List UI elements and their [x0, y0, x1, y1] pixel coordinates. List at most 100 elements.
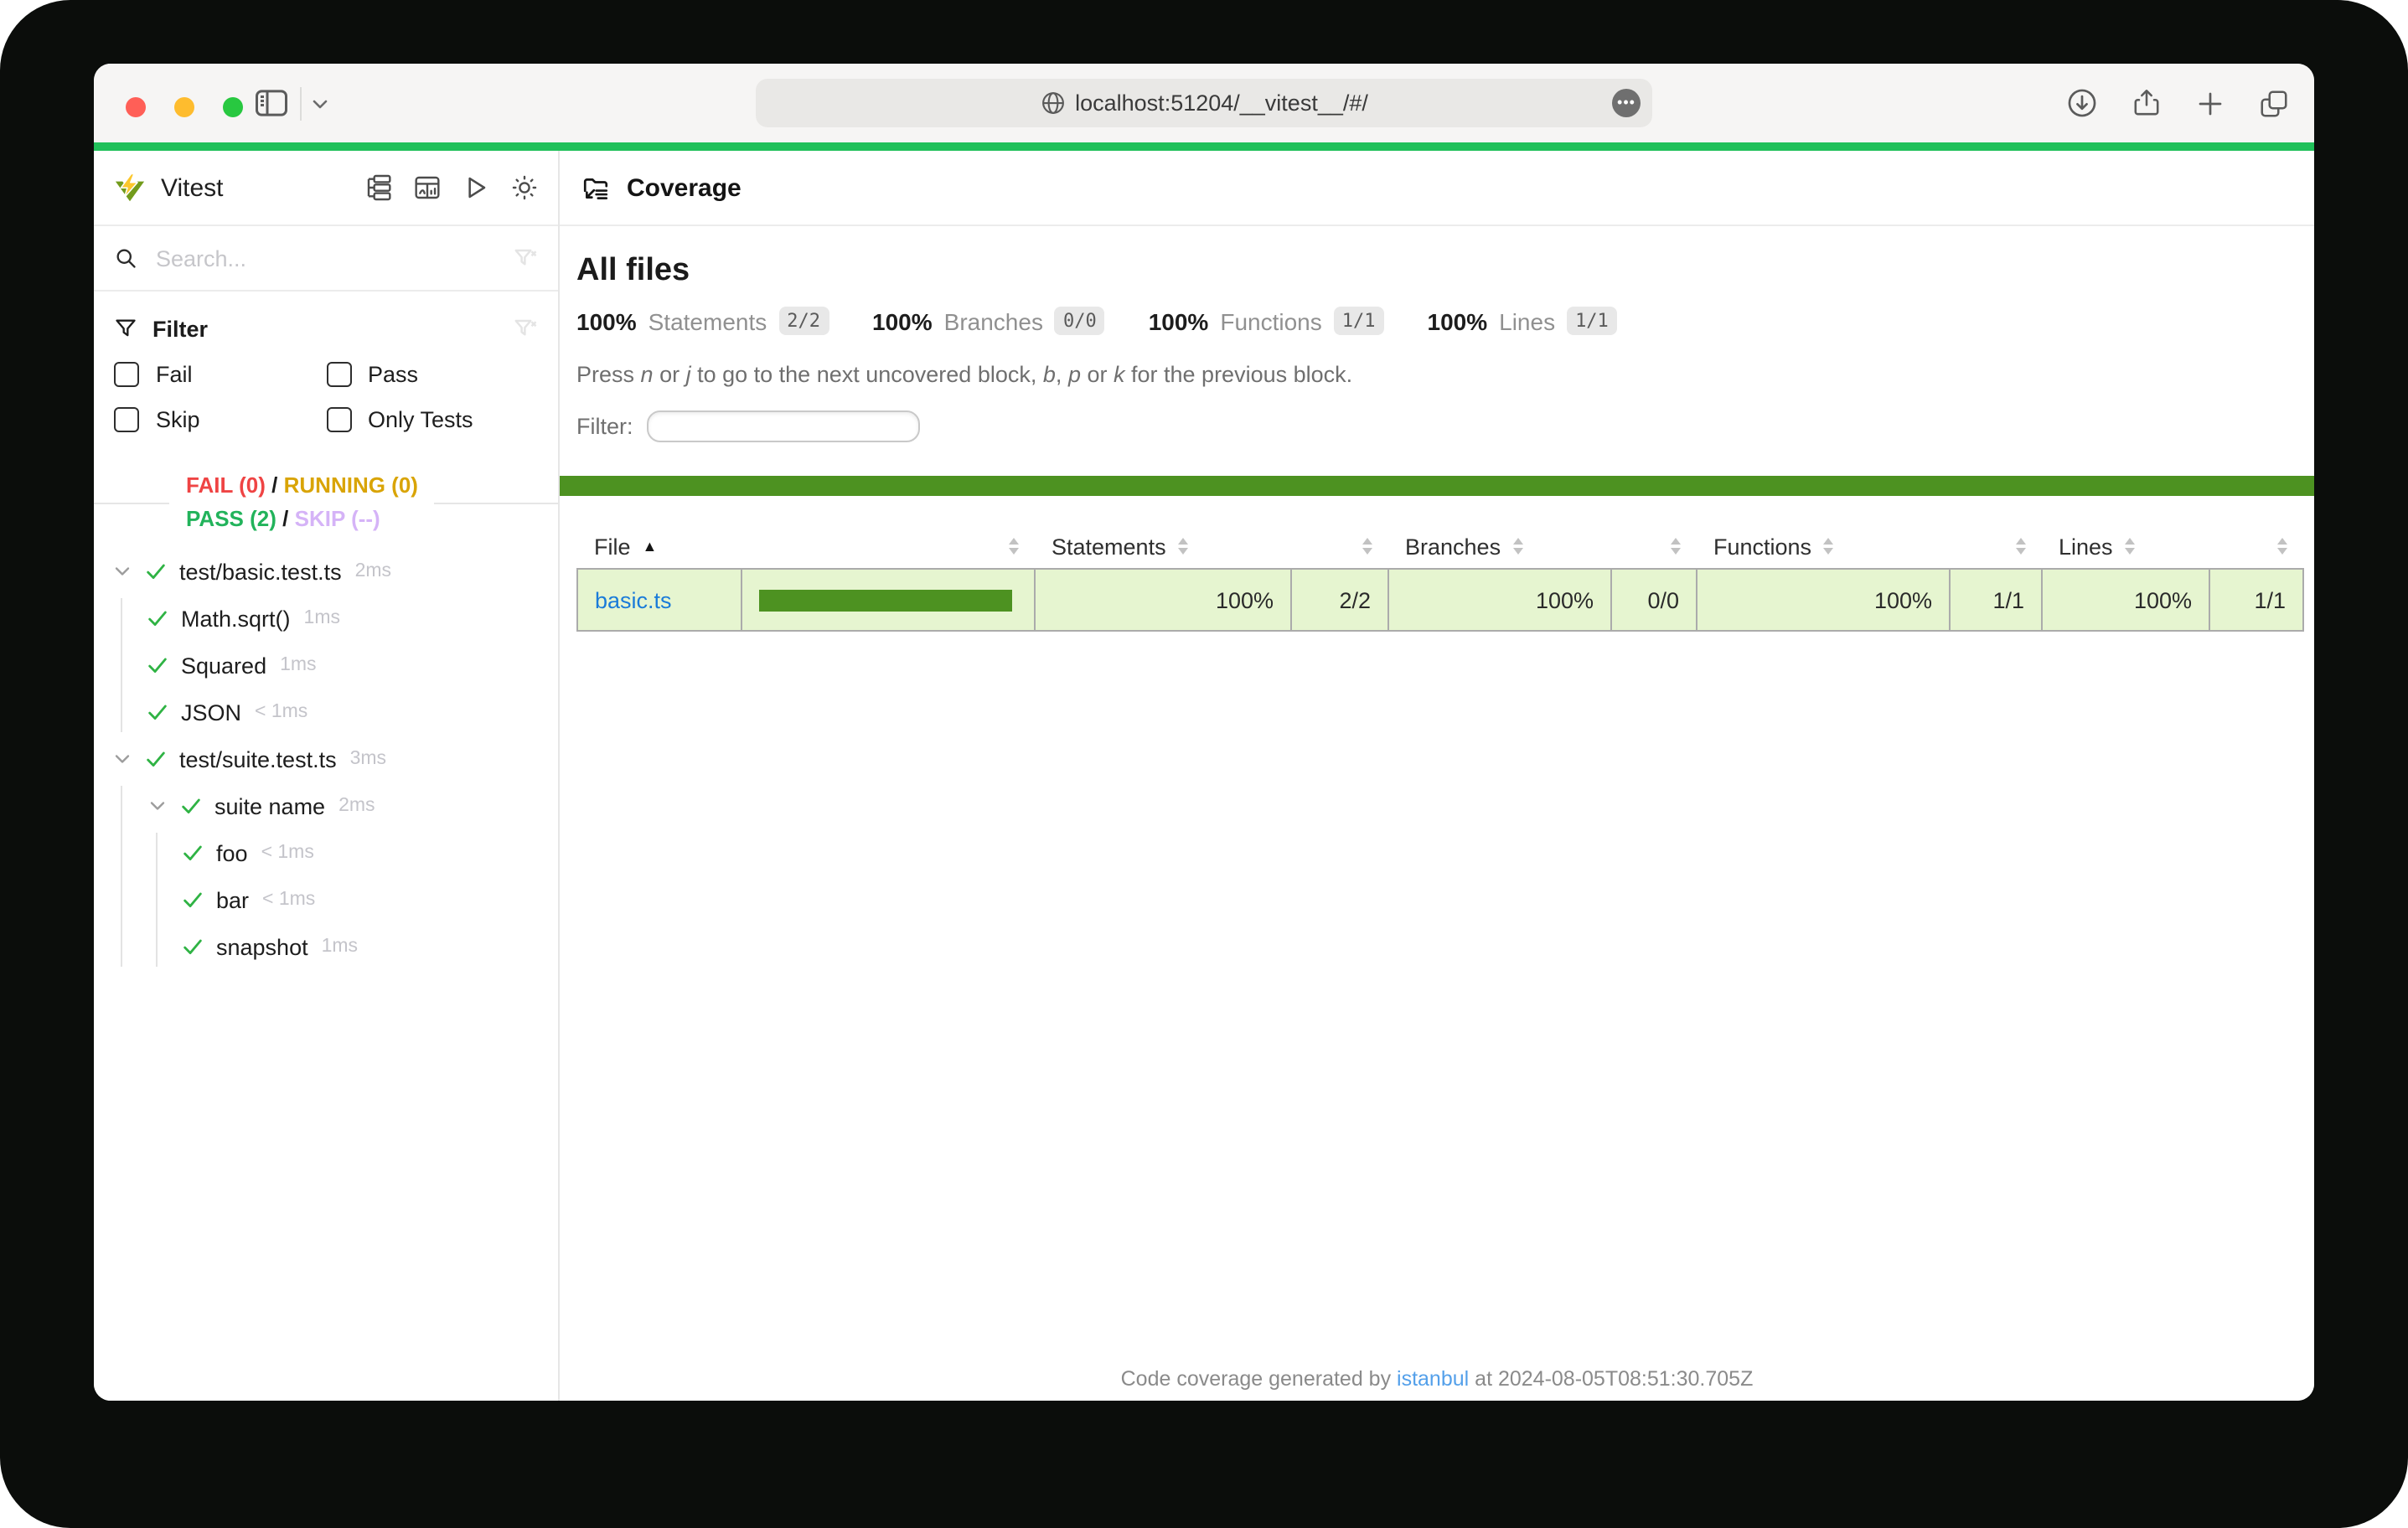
tree-item-test[interactable]: Squared 1ms [129, 642, 558, 689]
test-duration: 3ms [350, 749, 386, 769]
sorter-icon[interactable] [1823, 538, 1833, 555]
run-all-icon[interactable] [462, 174, 489, 201]
checkbox-fail[interactable]: Fail [114, 362, 326, 387]
branches-frac-cell: 0/0 [1611, 569, 1697, 631]
sorter-icon[interactable] [2125, 538, 2135, 555]
browser-toolbar: localhost:51204/__vitest__/#/ ••• [94, 64, 2314, 142]
lines-label: Lines [1499, 307, 1555, 334]
stat-branches: 100% Branches 0/0 [872, 307, 1105, 335]
share-icon[interactable] [2132, 87, 2162, 119]
address-bar[interactable]: localhost:51204/__vitest__/#/ ••• [756, 79, 1652, 127]
test-label: snapshot [216, 934, 308, 959]
vitest-sidebar: Vitest [94, 151, 560, 1401]
istanbul-link[interactable]: istanbul [1397, 1367, 1469, 1391]
sorter-icon[interactable] [1178, 538, 1188, 555]
globe-icon [1040, 90, 1065, 116]
test-summary-divider: FAIL (0) / RUNNING (0) PASS (2) / SKIP (… [94, 503, 558, 504]
pass-check-icon [181, 841, 204, 865]
tree-view-icon[interactable] [365, 174, 392, 201]
coverage-panel: Coverage All files 100% Statements 2/2 1… [560, 151, 2314, 1401]
new-tab-icon[interactable] [2195, 88, 2225, 118]
column-header-statements-frac[interactable] [1291, 524, 1388, 569]
column-header-bar[interactable] [742, 524, 1035, 569]
only-tests-checkbox-box[interactable] [326, 407, 351, 432]
sorter-icon[interactable] [1008, 538, 1018, 555]
column-header-lines-frac[interactable] [2209, 524, 2303, 569]
sorter-icon[interactable] [1670, 538, 1680, 555]
page-settings-button[interactable]: ••• [1612, 89, 1641, 117]
chevron-down-icon[interactable] [111, 560, 134, 583]
clear-filter-icon[interactable] [513, 316, 538, 341]
sidebar-toggle-icon[interactable] [255, 89, 288, 117]
skip-checkbox-box[interactable] [114, 407, 139, 432]
close-window-button[interactable] [126, 96, 146, 116]
search-input[interactable] [152, 244, 498, 272]
test-label: Squared [181, 653, 266, 678]
tree-item-test[interactable]: JSON < 1ms [129, 689, 558, 736]
clear-search-filter-icon[interactable] [513, 245, 538, 271]
test-run-progress-bar [94, 142, 2314, 151]
checkbox-pass[interactable]: Pass [326, 362, 538, 387]
tree-item-test[interactable]: Math.sqrt() 1ms [129, 595, 558, 642]
chevron-down-icon[interactable] [111, 747, 134, 771]
statements-pct-cell: 100% [1035, 569, 1291, 631]
statements-fraction-badge: 2/2 [778, 307, 829, 335]
toolbar-divider [300, 86, 302, 120]
only-tests-label: Only Tests [368, 407, 473, 432]
test-run-summary: FAIL (0) / RUNNING (0) PASS (2) / SKIP (… [169, 469, 435, 536]
checkbox-only-tests[interactable]: Only Tests [326, 407, 538, 432]
coverage-status-bar [560, 476, 2314, 496]
fail-checkbox-box[interactable] [114, 362, 139, 387]
search-icon [114, 246, 137, 270]
pass-count: PASS (2) [186, 506, 276, 531]
file-cell: basic.ts [577, 569, 742, 631]
test-duration: 2ms [338, 796, 375, 816]
fail-count: FAIL (0) [186, 472, 266, 498]
test-label: test/basic.test.ts [179, 559, 342, 584]
tab-chevron-icon[interactable] [310, 93, 330, 113]
checkbox-skip[interactable]: Skip [114, 407, 326, 432]
functions-label: Functions [1220, 307, 1321, 334]
running-count: RUNNING (0) [284, 472, 418, 498]
sorter-icon[interactable] [1362, 538, 1372, 555]
dashboard-icon[interactable] [414, 174, 441, 201]
column-header-file[interactable]: File▲ [577, 524, 742, 569]
downloads-icon[interactable] [2066, 87, 2098, 119]
report-filter-input[interactable] [647, 410, 920, 442]
tree-guide-line [121, 598, 122, 732]
maximize-window-button[interactable] [223, 96, 243, 116]
column-header-branches-frac[interactable] [1611, 524, 1697, 569]
coverage-bar [759, 589, 1012, 611]
tree-item-suite[interactable]: suite name 2ms [129, 782, 558, 829]
column-header-statements[interactable]: Statements [1035, 524, 1291, 569]
sorter-icon[interactable] [2276, 538, 2287, 555]
coverage-stats: 100% Statements 2/2 100% Branches 0/0 10… [576, 307, 2297, 335]
pass-checkbox-box[interactable] [326, 362, 351, 387]
column-header-functions[interactable]: Functions [1697, 524, 1950, 569]
chevron-down-icon[interactable] [146, 794, 169, 818]
theme-toggle-sun-icon[interactable] [511, 174, 538, 201]
tab-overview-icon[interactable] [2259, 88, 2289, 118]
filter-funnel-icon [114, 317, 137, 340]
tree-item-test[interactable]: bar < 1ms [164, 876, 558, 923]
test-duration: 2ms [355, 561, 391, 581]
branches-pct-cell: 100% [1388, 569, 1611, 631]
report-filter-label: Filter: [576, 414, 633, 439]
tree-item-file[interactable]: test/suite.test.ts 3ms [94, 736, 558, 782]
sorter-icon[interactable] [2015, 538, 2025, 555]
test-duration: 1ms [280, 655, 316, 675]
column-header-functions-frac[interactable] [1950, 524, 2042, 569]
branches-pct: 100% [872, 307, 933, 334]
file-link[interactable]: basic.ts [595, 587, 672, 612]
column-header-branches[interactable]: Branches [1388, 524, 1611, 569]
test-duration: 1ms [322, 937, 358, 957]
tree-item-test[interactable]: snapshot 1ms [164, 923, 558, 970]
column-header-lines[interactable]: Lines [2042, 524, 2209, 569]
lines-pct: 100% [1428, 307, 1488, 334]
lines-frac-cell: 1/1 [2209, 569, 2303, 631]
sorter-icon[interactable] [1512, 538, 1522, 555]
browser-window: localhost:51204/__vitest__/#/ ••• [94, 64, 2314, 1401]
tree-item-file[interactable]: test/basic.test.ts 2ms [94, 548, 558, 595]
tree-item-test[interactable]: foo < 1ms [164, 829, 558, 876]
minimize-window-button[interactable] [174, 96, 194, 116]
